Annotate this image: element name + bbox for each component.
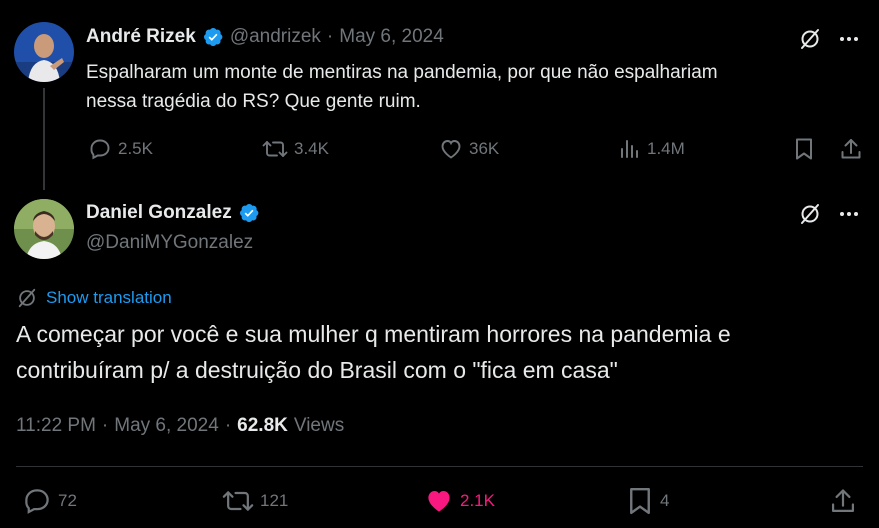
repost-button[interactable]: 121 xyxy=(222,486,288,516)
tweet-date[interactable]: May 6, 2024 xyxy=(114,415,219,437)
author-name[interactable]: André Rizek xyxy=(86,26,196,48)
reply-count: 72 xyxy=(58,491,77,510)
repost-button[interactable]: 3.4K xyxy=(262,137,329,161)
bookmark-icon xyxy=(630,487,650,515)
thread-connector-line xyxy=(43,88,45,190)
divider xyxy=(16,466,863,467)
tweet-time[interactable]: 11:22 PM xyxy=(16,415,96,437)
views-icon xyxy=(621,140,638,158)
share-icon xyxy=(831,489,855,513)
repost-icon xyxy=(262,141,288,157)
separator-dot: · xyxy=(326,26,334,47)
verified-badge-icon xyxy=(202,26,224,48)
views-count[interactable]: 62.8K xyxy=(237,415,288,437)
more-icon[interactable] xyxy=(836,26,862,52)
like-icon xyxy=(441,140,461,159)
share-button[interactable] xyxy=(828,486,858,516)
verified-badge-icon xyxy=(238,202,260,224)
author-name[interactable]: Daniel Gonzalez xyxy=(86,202,232,224)
views-button[interactable]: 1.4M xyxy=(617,137,685,161)
separator-dot: · xyxy=(101,415,109,436)
share-icon xyxy=(841,139,861,159)
avatar-daniel-gonzalez[interactable] xyxy=(14,199,74,259)
bookmark-icon xyxy=(796,138,812,160)
like-icon-filled xyxy=(428,491,450,512)
like-count: 2.1K xyxy=(460,491,495,510)
bookmark-button[interactable]: 4 xyxy=(626,486,669,516)
repost-count: 3.4K xyxy=(294,139,329,158)
reply-icon xyxy=(25,489,49,514)
separator-dot: · xyxy=(224,415,232,436)
show-translation-link[interactable]: Show translation xyxy=(16,287,172,309)
translate-icon xyxy=(18,288,36,308)
reply-icon xyxy=(90,139,110,160)
bookmark-button[interactable] xyxy=(791,136,817,162)
show-translation-label[interactable]: Show translation xyxy=(46,288,172,308)
like-count: 36K xyxy=(469,139,500,158)
share-button[interactable] xyxy=(838,136,864,162)
author-handle[interactable]: @andrizek xyxy=(230,26,321,48)
grok-icon[interactable] xyxy=(797,26,823,52)
tweet-text: Espalharam um monte de mentiras na pande… xyxy=(86,58,866,116)
tweet-text-line: A começar por você e sua mulher q mentir… xyxy=(16,321,731,347)
bookmark-count: 4 xyxy=(660,491,670,510)
repost-count: 121 xyxy=(260,491,289,510)
avatar-andre-rizek[interactable] xyxy=(14,22,74,82)
main-tweet-text: A começar por você e sua mulher q mentir… xyxy=(16,316,866,388)
views-label: Views xyxy=(293,415,345,436)
like-button[interactable]: 2.1K xyxy=(424,486,495,516)
more-icon[interactable] xyxy=(836,201,862,227)
reply-count: 2.5K xyxy=(118,139,153,158)
reply-button[interactable]: 72 xyxy=(22,486,77,516)
tweet-text-line: nessa tragédia do RS? Que gente ruim. xyxy=(86,91,421,112)
tweet-date[interactable]: May 6, 2024 xyxy=(339,26,444,48)
tweet-text-line: Espalharam um monte de mentiras na pande… xyxy=(86,62,718,83)
tweet-text-line: contribuíram p/ a destruição do Brasil c… xyxy=(16,357,618,383)
repost-icon xyxy=(222,491,254,511)
like-button[interactable]: 36K xyxy=(439,137,499,161)
grok-icon[interactable] xyxy=(797,201,823,227)
views-count: 1.4M xyxy=(647,139,685,158)
author-handle[interactable]: @DaniMYGonzalez xyxy=(86,232,253,254)
reply-button[interactable]: 2.5K xyxy=(88,137,153,161)
